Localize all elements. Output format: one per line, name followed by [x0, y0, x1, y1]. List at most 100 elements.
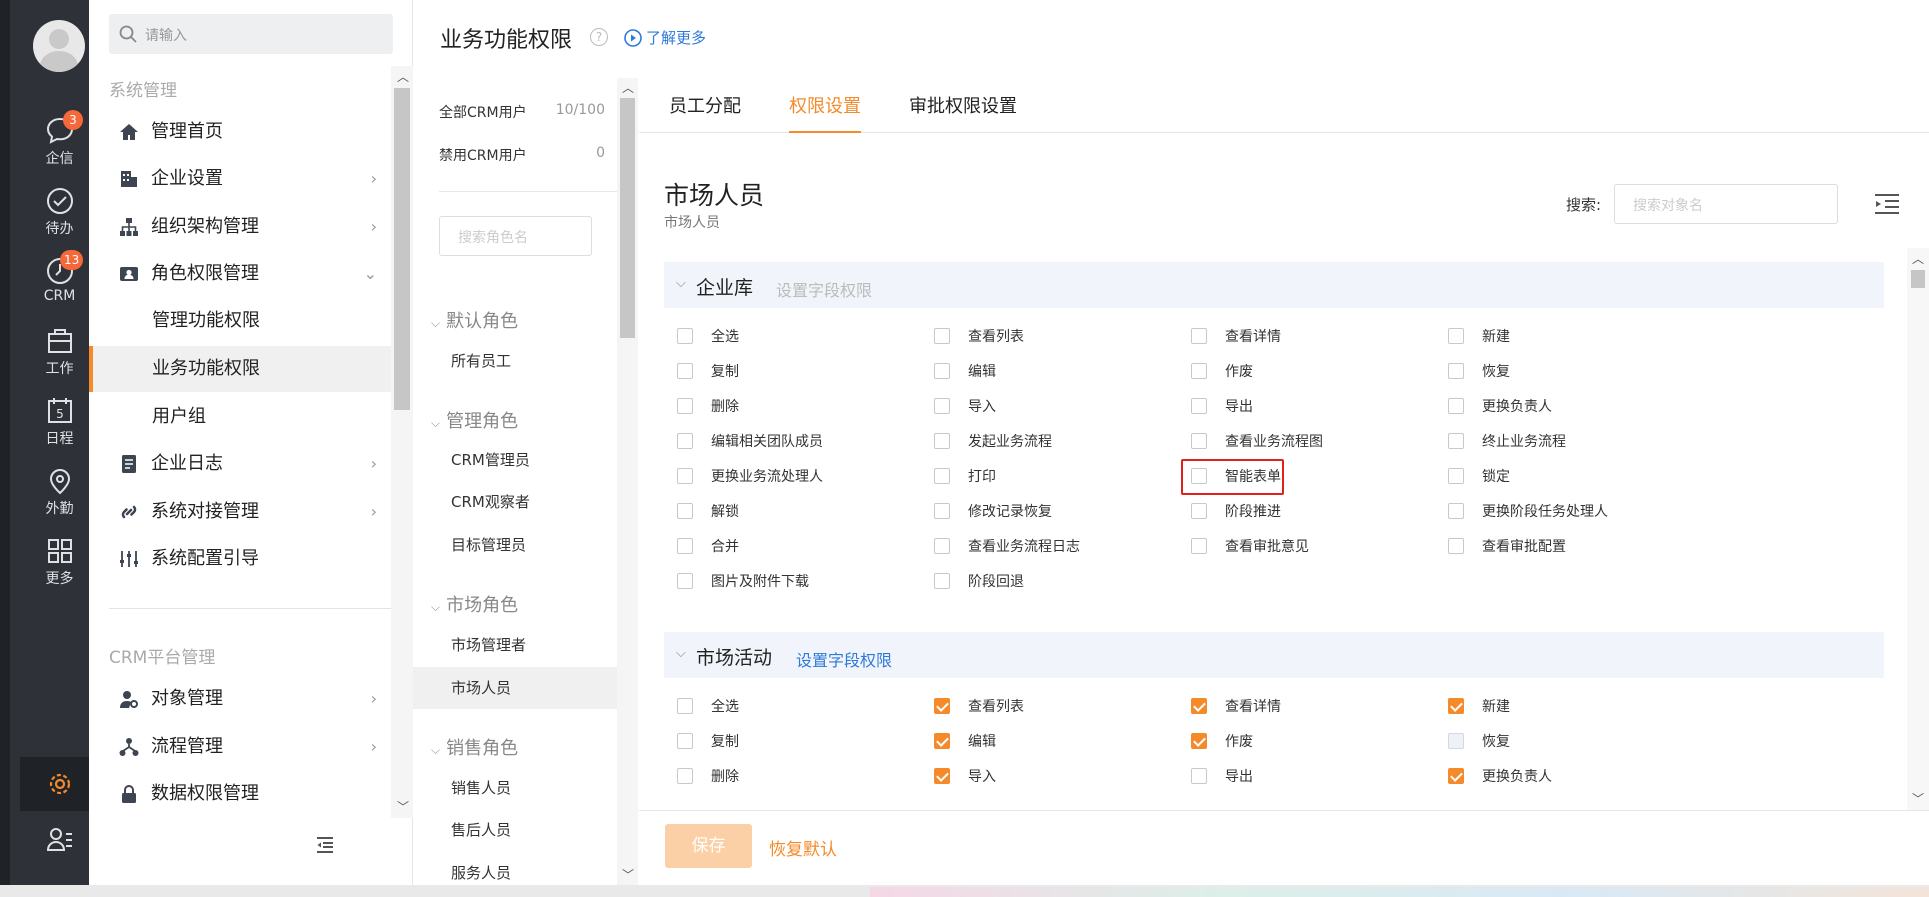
- permission-checkbox[interactable]: 查看详情: [1191, 328, 1281, 350]
- checkbox[interactable]: [1448, 698, 1464, 714]
- nav-sub-business-permissions[interactable]: 业务功能权限: [89, 346, 391, 392]
- section-header[interactable]: ⌵ 市场活动 设置字段权限: [664, 632, 1884, 678]
- checkbox[interactable]: [1448, 398, 1464, 414]
- role-item[interactable]: CRM观察者: [413, 481, 617, 523]
- permission-checkbox[interactable]: 终止业务流程: [1448, 433, 1566, 455]
- checkbox[interactable]: [677, 398, 693, 414]
- permission-checkbox[interactable]: 查看业务流程图: [1191, 433, 1323, 455]
- checkbox[interactable]: [1191, 398, 1207, 414]
- nav-item-process-management[interactable]: 流程管理 ›: [89, 724, 391, 770]
- role-item[interactable]: 所有员工: [413, 340, 617, 382]
- permission-checkbox[interactable]: 删除: [677, 398, 739, 420]
- permission-checkbox[interactable]: 查看业务流程日志: [934, 538, 1080, 560]
- permission-checkbox[interactable]: 阶段回退: [934, 573, 1024, 595]
- permission-checkbox[interactable]: 全选: [677, 328, 739, 350]
- role-group-marketing[interactable]: ⌵ 市场角色: [431, 591, 518, 617]
- nav-item-object-management[interactable]: 对象管理 ›: [89, 676, 391, 722]
- checkbox[interactable]: [677, 328, 693, 344]
- checkbox[interactable]: [934, 503, 950, 519]
- permission-checkbox[interactable]: 查看详情: [1191, 698, 1281, 720]
- nav-item-company-log[interactable]: 企业日志 ›: [89, 441, 391, 487]
- collapse-nav-icon[interactable]: [315, 836, 335, 854]
- checkbox[interactable]: [934, 733, 950, 749]
- nav-scroll-thumb[interactable]: [394, 88, 410, 410]
- checkbox[interactable]: [677, 468, 693, 484]
- checkbox[interactable]: [934, 538, 950, 554]
- checkbox[interactable]: [677, 538, 693, 554]
- permission-checkbox[interactable]: 编辑: [934, 733, 996, 755]
- role-search-input[interactable]: 搜索角色名: [439, 216, 592, 256]
- rail-item-crm[interactable]: CRM 13: [20, 250, 99, 316]
- checkbox[interactable]: [1191, 733, 1207, 749]
- tab-employee-assignment[interactable]: 员工分配: [669, 92, 741, 133]
- role-group-sales[interactable]: ⌵ 销售角色: [431, 734, 518, 760]
- permission-checkbox[interactable]: 查看列表: [934, 328, 1024, 350]
- learn-more-link[interactable]: 了解更多: [624, 27, 706, 48]
- checkbox[interactable]: [934, 398, 950, 414]
- chevron-down-icon[interactable]: ⌵: [676, 646, 686, 661]
- role-item[interactable]: 目标管理员: [413, 524, 617, 566]
- permission-checkbox[interactable]: 作废: [1191, 363, 1253, 385]
- all-crm-users[interactable]: 全部CRM用户 10/100: [439, 102, 605, 126]
- main-scrollbar[interactable]: ︿ ﹀: [1907, 248, 1929, 810]
- nav-item-home[interactable]: 管理首页: [89, 109, 391, 155]
- scroll-down-arrow-icon[interactable]: ﹀: [397, 798, 409, 815]
- rail-item-schedule[interactable]: 5 日程: [20, 390, 99, 456]
- roles-scrollbar[interactable]: ︿ ﹀: [617, 78, 638, 897]
- permission-checkbox[interactable]: 合并: [677, 538, 739, 560]
- checkbox[interactable]: [677, 698, 693, 714]
- permission-checkbox[interactable]: 复制: [677, 363, 739, 385]
- permission-checkbox[interactable]: 查看审批意见: [1191, 538, 1309, 560]
- role-item[interactable]: 售后人员: [413, 809, 617, 851]
- checkbox[interactable]: [934, 573, 950, 589]
- nav-scrollbar[interactable]: ︿ ﹀: [391, 66, 413, 818]
- permission-checkbox[interactable]: 解锁: [677, 503, 739, 525]
- nav-item-role-permissions[interactable]: 角色权限管理 ⌄: [89, 251, 391, 297]
- checkbox[interactable]: [1191, 363, 1207, 379]
- permission-checkbox[interactable]: 更换负责人: [1448, 768, 1552, 790]
- permission-checkbox[interactable]: 编辑相关团队成员: [677, 433, 823, 455]
- permission-checkbox[interactable]: 查看审批配置: [1448, 538, 1566, 560]
- permission-checkbox[interactable]: 导入: [934, 768, 996, 790]
- checkbox[interactable]: [934, 698, 950, 714]
- checkbox[interactable]: [677, 503, 693, 519]
- object-search-input[interactable]: 搜索对象名: [1614, 184, 1838, 224]
- nav-sub-admin-permissions[interactable]: 管理功能权限: [89, 298, 391, 344]
- scroll-up-arrow-icon[interactable]: ︿: [622, 79, 634, 96]
- main-scroll-thumb[interactable]: [1911, 270, 1925, 288]
- role-item[interactable]: 销售人员: [413, 767, 617, 809]
- scroll-up-arrow-icon[interactable]: ︿: [397, 68, 409, 85]
- checkbox[interactable]: [677, 363, 693, 379]
- checkbox[interactable]: [1191, 538, 1207, 554]
- tab-approval-permission-settings[interactable]: 审批权限设置: [909, 92, 1017, 133]
- permission-checkbox[interactable]: 导入: [934, 398, 996, 420]
- permission-checkbox[interactable]: 新建: [1448, 328, 1510, 350]
- section-header[interactable]: ⌵ 企业库 设置字段权限: [664, 262, 1884, 308]
- nav-item-company-settings[interactable]: 企业设置 ›: [89, 156, 391, 202]
- checkbox[interactable]: [1191, 503, 1207, 519]
- checkbox[interactable]: [934, 363, 950, 379]
- checkbox[interactable]: [677, 733, 693, 749]
- checkbox[interactable]: [1448, 538, 1464, 554]
- permission-checkbox[interactable]: 恢复: [1448, 363, 1510, 385]
- permission-checkbox[interactable]: 图片及附件下载: [677, 573, 809, 595]
- nav-search-input[interactable]: 请输入: [109, 14, 393, 54]
- checkbox[interactable]: [677, 433, 693, 449]
- checkbox[interactable]: [1191, 698, 1207, 714]
- checkbox[interactable]: [677, 768, 693, 784]
- rail-item-more[interactable]: 更多: [20, 530, 99, 596]
- checkbox[interactable]: [1191, 768, 1207, 784]
- permission-checkbox[interactable]: 全选: [677, 698, 739, 720]
- permission-checkbox[interactable]: 打印: [934, 468, 996, 490]
- user-avatar[interactable]: [33, 20, 85, 72]
- checkbox[interactable]: [934, 468, 950, 484]
- rail-item-todo[interactable]: 待办: [20, 180, 99, 246]
- scroll-up-arrow-icon[interactable]: ︿: [1912, 250, 1924, 267]
- checkbox[interactable]: [1448, 468, 1464, 484]
- permission-checkbox[interactable]: 新建: [1448, 698, 1510, 720]
- rail-item-work[interactable]: 工作: [20, 320, 99, 386]
- nav-item-org[interactable]: 组织架构管理 ›: [89, 204, 391, 250]
- scroll-down-arrow-icon[interactable]: ﹀: [1912, 790, 1924, 807]
- permission-checkbox[interactable]: 更换阶段任务处理人: [1448, 503, 1608, 525]
- nav-item-integration[interactable]: 系统对接管理 ›: [89, 489, 391, 535]
